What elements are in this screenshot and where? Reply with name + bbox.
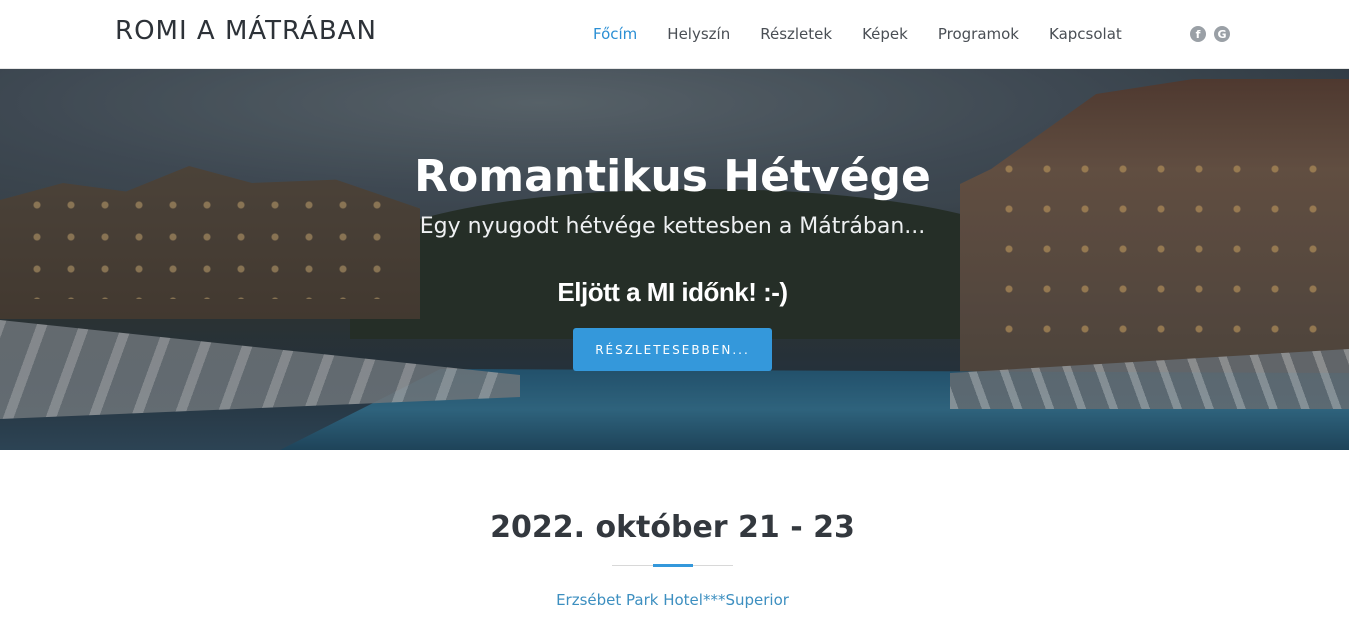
nav-item-reszletek[interactable]: Részletek <box>760 24 832 44</box>
details-button[interactable]: RÉSZLETESEBBEN... <box>573 328 772 371</box>
social-links: f G <box>1190 26 1238 42</box>
facebook-icon[interactable]: f <box>1190 26 1206 42</box>
hero-subtitle: Egy nyugodt hétvége kettesben a Mátrában… <box>419 214 926 239</box>
section-divider-accent <box>653 564 693 567</box>
event-date-heading: 2022. október 21 - 23 <box>490 510 855 545</box>
hero-title: Romantikus Hétvége <box>414 151 931 202</box>
hero-tagline: Eljött a MI időnk! :-) <box>557 277 788 307</box>
nav-item-focim[interactable]: Főcím <box>593 24 637 44</box>
nav-item-programok[interactable]: Programok <box>938 24 1019 44</box>
hero-banner: Romantikus Hétvége Egy nyugodt hétvége k… <box>0 69 1349 450</box>
venue-link[interactable]: Erzsébet Park Hotel***Superior <box>0 591 1345 609</box>
nav-item-kapcsolat[interactable]: Kapcsolat <box>1049 24 1122 44</box>
top-navbar: ROMI A MÁTRÁBAN Főcím Helyszín Részletek… <box>0 0 1349 69</box>
main-nav: Főcím Helyszín Részletek Képek Programok… <box>593 24 1152 44</box>
hero-overlay <box>0 69 1349 450</box>
google-icon[interactable]: G <box>1214 26 1230 42</box>
site-brand[interactable]: ROMI A MÁTRÁBAN <box>115 16 377 46</box>
nav-item-kepek[interactable]: Képek <box>862 24 908 44</box>
nav-item-helyszin[interactable]: Helyszín <box>667 24 730 44</box>
